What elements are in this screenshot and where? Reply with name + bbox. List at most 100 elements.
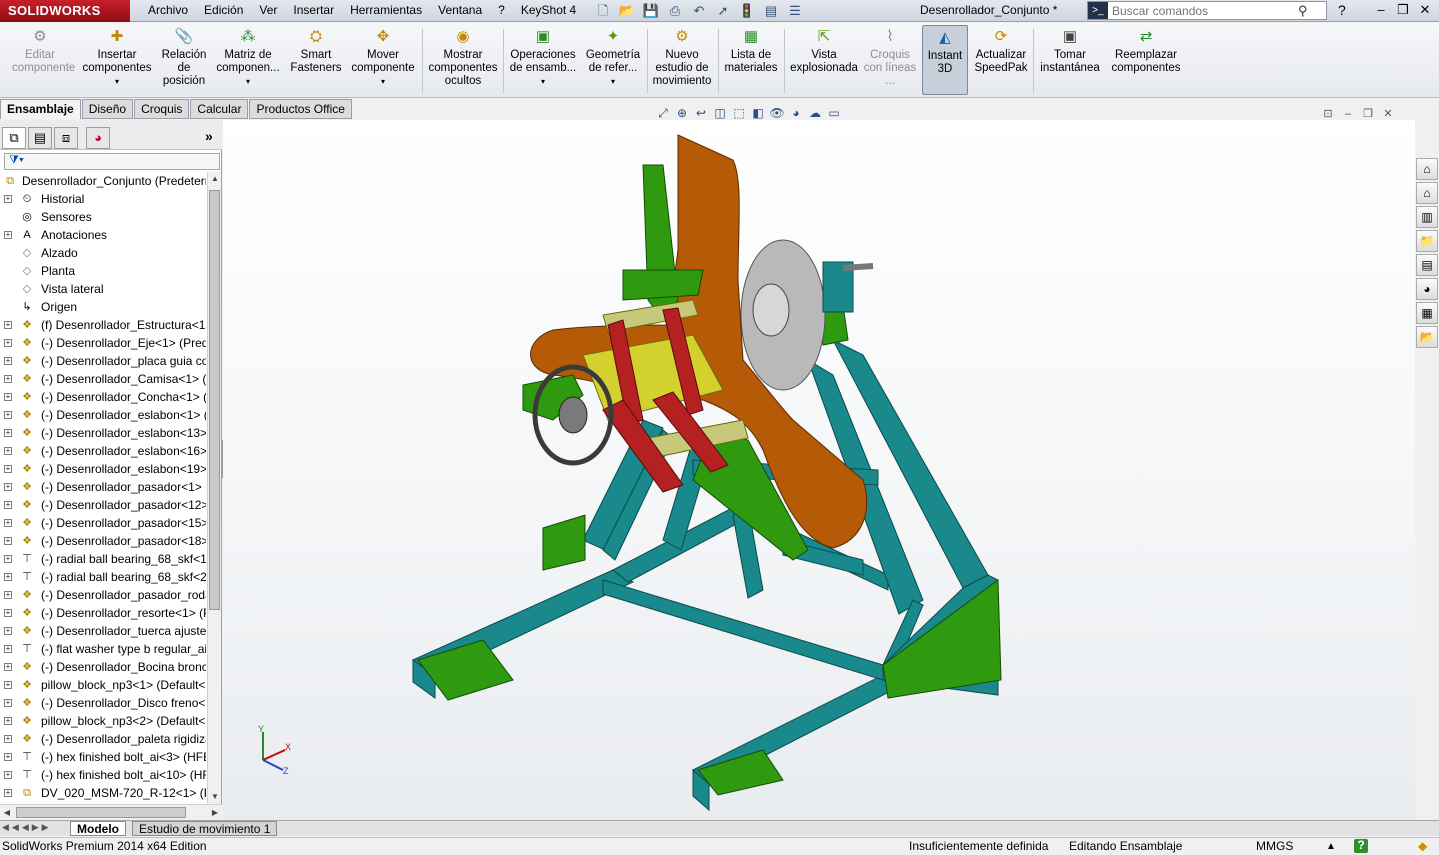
mostrar-ocultos-button[interactable]: ◉ Mostrar componentes ocultos — [426, 25, 500, 95]
chevron-right-icon[interactable]: » — [205, 128, 213, 144]
rebuild-icon[interactable]: 🚦 — [736, 1, 758, 20]
base-frame[interactable] — [412, 338, 999, 812]
lista-materiales-button[interactable]: ▦ Lista de materiales — [722, 25, 780, 95]
menu-archivo[interactable]: Archivo — [140, 0, 196, 22]
status-chevron-icon[interactable]: ▲ — [1326, 838, 1336, 855]
tab-ensamblaje[interactable]: Ensamblaje — [0, 99, 81, 119]
matriz-componente-button[interactable]: ⁂ Matriz de componen... ▾ — [212, 25, 284, 95]
custom-properties-icon[interactable]: ▦ — [1416, 302, 1438, 324]
featuremanager-tab-icon[interactable]: ⧉ — [2, 127, 26, 149]
save-icon[interactable]: 💾 — [640, 1, 662, 20]
expand-icon[interactable]: + — [4, 375, 12, 383]
quick-tips-icon[interactable]: ? — [1354, 839, 1368, 853]
tree-item[interactable]: + ❖ (-) Desenrollador_pasador<12> — [0, 496, 206, 514]
assembly-model[interactable]: Y X Z — [223, 120, 1415, 820]
expand-icon[interactable]: + — [4, 789, 12, 797]
expand-icon[interactable]: + — [4, 501, 12, 509]
tree-item[interactable]: ◇ Vista lateral — [0, 280, 206, 298]
zoom-to-fit-icon[interactable]: ⤢ — [655, 105, 671, 121]
viewport-minimize-icon[interactable]: – — [1340, 107, 1356, 121]
tree-item[interactable]: + ⧉ DV_020_MSM-720_R-12<1> (Predeterminado… — [0, 784, 206, 802]
expand-icon[interactable]: + — [4, 555, 12, 563]
viewport-tile-icon[interactable]: ⊡ — [1320, 107, 1336, 121]
expand-icon[interactable]: + — [4, 195, 12, 203]
menu-edicion[interactable]: Edición — [196, 0, 251, 22]
view-settings-icon[interactable]: ▭ — [826, 105, 842, 121]
search-input[interactable] — [1108, 3, 1298, 18]
tree-item[interactable]: + ❖ (-) Desenrollador_eslabon<19> — [0, 460, 206, 478]
new-document-icon[interactable]: 🗋 — [592, 1, 614, 20]
tree-item[interactable]: + ❖ (-) Desenrollador_Concha<1> ( — [0, 388, 206, 406]
menu-insertar[interactable]: Insertar — [285, 0, 342, 22]
tree-item[interactable]: + ⊤ (-) hex finished bolt_ai<10> (HFBOLT) — [0, 766, 206, 784]
close-icon[interactable]: ✕ — [1414, 0, 1436, 20]
tree-item[interactable]: + ❖ (-) Desenrollador_tuerca ajuste<1> — [0, 622, 206, 640]
geometria-referencia-button[interactable]: ✦ Geometría de refer... ▾ — [582, 25, 644, 95]
expand-icon[interactable]: + — [4, 447, 12, 455]
tree-item[interactable]: + ❖ (-) Desenrollador_pasador_rodamiento — [0, 586, 206, 604]
zoom-area-icon[interactable]: ⊕ — [674, 105, 690, 121]
expand-icon[interactable]: + — [4, 519, 12, 527]
tree-item[interactable]: + ❖ (-) Desenrollador_paleta rigidizadora — [0, 730, 206, 748]
expand-icon[interactable]: + — [4, 537, 12, 545]
options-icon[interactable]: ☰ — [784, 1, 806, 20]
expand-icon[interactable]: + — [4, 645, 12, 653]
expand-icon[interactable]: + — [4, 321, 12, 329]
tree-item[interactable]: + ❖ (-) Desenrollador_resorte<1> (Predeter… — [0, 604, 206, 622]
tag-icon[interactable]: ◆ — [1418, 838, 1427, 855]
appearances-icon[interactable]: ◕ — [1416, 278, 1438, 300]
tree-item[interactable]: ◇ Planta — [0, 262, 206, 280]
expand-icon[interactable]: + — [4, 429, 12, 437]
instant-3d-button[interactable]: ◭ Instant 3D — [922, 25, 968, 95]
propertymanager-tab-icon[interactable]: ▤ — [28, 127, 52, 149]
tree-item[interactable]: + ❖ (-) Desenrollador_pasador<18> — [0, 532, 206, 550]
file-properties-icon[interactable]: ▤ — [760, 1, 782, 20]
expand-icon[interactable]: + — [4, 231, 12, 239]
tree-item[interactable]: + ❖ (-) Desenrollador_Disco freno<1> — [0, 694, 206, 712]
relacion-posicion-button[interactable]: 📎 Relación de posición — [158, 25, 210, 95]
actualizar-speedpak-button[interactable]: ⟳ Actualizar SpeedPak — [972, 25, 1030, 95]
tree-item[interactable]: + ❖ (-) Desenrollador_pasador<15> — [0, 514, 206, 532]
solidworks-resources-icon[interactable]: ⌂ — [1416, 158, 1438, 180]
expand-icon[interactable]: + — [4, 357, 12, 365]
tomar-instantanea-button[interactable]: ▣ Tomar instantánea — [1036, 25, 1104, 95]
menu-herramientas[interactable]: Herramientas — [342, 0, 430, 22]
tree-item[interactable]: + ❖ (-) Desenrollador_eslabon<13> — [0, 424, 206, 442]
tab-diseno[interactable]: Diseño — [81, 99, 134, 119]
view-orientation-icon[interactable]: ⬚ — [731, 105, 747, 121]
tree-item[interactable]: + ❖ (f) Desenrollador_Estructura<1> — [0, 316, 206, 334]
tree-item[interactable]: ◎ Sensores — [0, 208, 206, 226]
previous-view-icon[interactable]: ↩ — [693, 105, 709, 121]
document-recovery-icon[interactable]: 📂 — [1416, 326, 1438, 348]
tree-item[interactable]: + ❖ (-) Desenrollador_Eje<1> (Predetermina… — [0, 334, 206, 352]
expand-icon[interactable]: + — [4, 735, 12, 743]
tree-item[interactable]: + ❖ (-) Desenrollador_Bocina bronce<1> — [0, 658, 206, 676]
vista-explosionada-button[interactable]: ⇱ Vista explosionada — [788, 25, 860, 95]
menu-keyshot[interactable]: KeyShot 4 — [513, 0, 584, 22]
open-folder-icon[interactable]: 📂 — [616, 1, 638, 20]
tree-root[interactable]: ⧉ Desenrollador_Conjunto (Predeterminado) — [0, 172, 206, 190]
tree-filter[interactable]: ⧩▾ — [4, 153, 220, 170]
restore-icon[interactable]: ❐ — [1392, 0, 1414, 20]
tab-modelo[interactable]: Modelo — [70, 821, 126, 836]
smart-fasteners-button[interactable]: ⛭ Smart Fasteners — [286, 25, 346, 95]
tree-item[interactable]: + ⏲ Historial — [0, 190, 206, 208]
menu-ventana[interactable]: Ventana — [430, 0, 490, 22]
design-library-icon[interactable]: ▥ — [1416, 206, 1438, 228]
scroll-left-icon[interactable]: ◀ — [0, 805, 14, 820]
expand-icon[interactable]: + — [4, 609, 12, 617]
editar-componente-button[interactable]: ⚙ Editar componente — [12, 25, 75, 95]
scroll-thumb[interactable] — [209, 190, 220, 610]
expand-icon[interactable]: + — [4, 753, 12, 761]
expand-icon[interactable]: + — [4, 591, 12, 599]
tree-item[interactable]: + ❖ (-) Desenrollador_pasador<1> ( — [0, 478, 206, 496]
tab-productos-office[interactable]: Productos Office — [249, 99, 352, 119]
undo-icon[interactable]: ↶ — [688, 1, 710, 20]
expand-icon[interactable]: + — [4, 483, 12, 491]
expand-icon[interactable]: + — [4, 573, 12, 581]
select-pointer-icon[interactable]: ➚ — [712, 1, 734, 20]
unit-system[interactable]: MMGS — [1256, 838, 1293, 855]
tree-item[interactable]: + ⊤ (-) radial ball bearing_68_skf<2> — [0, 568, 206, 586]
tree-item[interactable]: + ❖ (-) Desenrollador_eslabon<1> ( — [0, 406, 206, 424]
configurationmanager-tab-icon[interactable]: ⧈ — [54, 127, 78, 149]
